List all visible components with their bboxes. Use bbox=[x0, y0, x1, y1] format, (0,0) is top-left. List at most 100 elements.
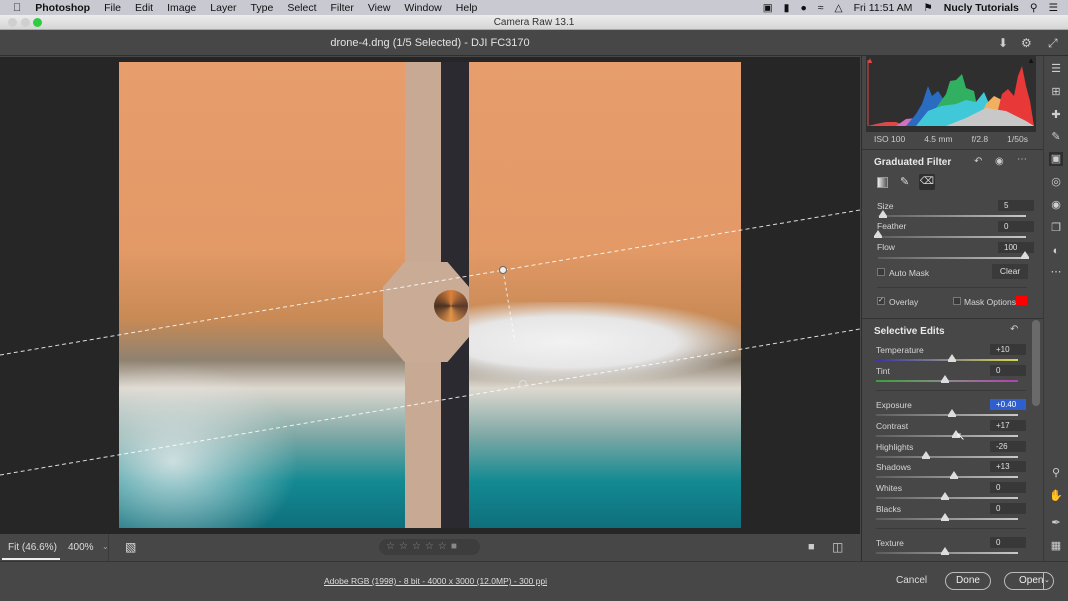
feather-slider-thumb[interactable] bbox=[874, 230, 882, 238]
eraser-icon[interactable]: ⌫ bbox=[919, 174, 935, 190]
slider-value-input[interactable]: 0 bbox=[990, 482, 1026, 493]
menu-layer[interactable]: Layer bbox=[210, 2, 236, 14]
overlay-checkbox[interactable]: ✓ bbox=[877, 297, 885, 305]
menu-select[interactable]: Select bbox=[287, 2, 316, 14]
menu-window[interactable]: Window bbox=[404, 2, 441, 14]
image-canvas[interactable] bbox=[0, 57, 860, 534]
menu-view[interactable]: View bbox=[368, 2, 391, 14]
before-after-icon[interactable]: ◫ bbox=[832, 540, 843, 554]
slider-track[interactable] bbox=[876, 476, 1018, 478]
mask-options-checkbox[interactable] bbox=[953, 297, 961, 305]
flow-slider-track[interactable] bbox=[878, 257, 1026, 259]
reset-selective-edits-icon[interactable]: ↶ bbox=[1010, 324, 1018, 335]
filter-start-line[interactable] bbox=[0, 209, 860, 356]
more-tools-icon[interactable]: ⋯ bbox=[1049, 265, 1063, 279]
done-button[interactable]: Done bbox=[945, 572, 991, 590]
creative-cloud-icon[interactable]: ● bbox=[800, 2, 806, 14]
filmstrip-toggle-icon[interactable]: ▧ bbox=[125, 540, 136, 554]
slider-thumb[interactable] bbox=[941, 492, 949, 500]
slider-value-input[interactable]: +0.40 bbox=[990, 399, 1026, 410]
edit-sliders-icon[interactable]: ☰ bbox=[1049, 62, 1063, 76]
slider-thumb[interactable] bbox=[948, 409, 956, 417]
save-image-icon[interactable]: ⬇ bbox=[998, 36, 1008, 50]
slider-value-input[interactable]: 0 bbox=[990, 537, 1026, 548]
battery-icon[interactable]: ▮ bbox=[784, 2, 790, 14]
eyedropper-icon[interactable]: ✒ bbox=[1049, 516, 1063, 530]
red-eye-icon[interactable]: ◉ bbox=[1049, 198, 1063, 212]
slider-track[interactable] bbox=[876, 359, 1018, 361]
brush-icon[interactable]: ✎ bbox=[900, 175, 909, 188]
flow-slider-thumb[interactable] bbox=[1021, 251, 1029, 259]
fit-zoom-button[interactable]: Fit (46.6%) bbox=[8, 542, 57, 553]
filter-pin[interactable] bbox=[499, 266, 507, 274]
slider-thumb[interactable] bbox=[941, 547, 949, 555]
feather-input[interactable]: 0 bbox=[998, 221, 1034, 232]
workflow-options-link[interactable]: Adobe RGB (1998) - 8 bit - 4000 x 3000 (… bbox=[324, 576, 547, 586]
zoom-level-button[interactable]: 400% bbox=[68, 542, 94, 553]
size-input[interactable]: 5 bbox=[998, 200, 1034, 211]
filter-center-line[interactable] bbox=[502, 269, 516, 343]
spotlight-icon[interactable]: ⚲ bbox=[1030, 2, 1038, 14]
star-icon[interactable]: ☆ bbox=[412, 541, 425, 552]
slider-track[interactable] bbox=[876, 456, 1018, 458]
hand-tool-icon[interactable]: ✋ bbox=[1049, 489, 1063, 503]
snapshots-icon[interactable]: ❐ bbox=[1049, 221, 1063, 235]
more-options-icon[interactable]: ⋯ bbox=[1017, 154, 1027, 165]
menu-filter[interactable]: Filter bbox=[331, 2, 354, 14]
notification-icon[interactable]: ☰ bbox=[1049, 2, 1058, 14]
trash-icon[interactable]: ■ bbox=[451, 541, 461, 552]
open-button[interactable]: Open ⌄ bbox=[1004, 572, 1054, 590]
slider-value-input[interactable]: 0 bbox=[990, 503, 1026, 514]
clock[interactable]: Fri 11:51 AM bbox=[854, 2, 913, 14]
adjustment-brush-icon[interactable]: ✎ bbox=[1049, 130, 1063, 144]
mask-color-swatch[interactable] bbox=[1016, 296, 1027, 305]
auto-mask-checkbox[interactable] bbox=[877, 268, 885, 276]
graduated-filter-overlay[interactable] bbox=[0, 57, 860, 534]
open-dropdown-icon[interactable]: ⌄ bbox=[1043, 573, 1053, 589]
slider-thumb[interactable] bbox=[950, 471, 958, 479]
size-slider-thumb[interactable] bbox=[879, 210, 887, 218]
clear-button[interactable]: Clear bbox=[992, 264, 1028, 279]
user-name[interactable]: Nucly Tutorials bbox=[944, 2, 1019, 14]
crop-icon[interactable]: ⊞ bbox=[1049, 85, 1063, 99]
cancel-button[interactable]: Cancel bbox=[896, 575, 927, 586]
feather-slider-track[interactable] bbox=[878, 236, 1026, 238]
airplay-icon[interactable]: △ bbox=[835, 2, 843, 14]
healing-icon[interactable]: ✚ bbox=[1049, 108, 1063, 122]
menu-type[interactable]: Type bbox=[251, 2, 274, 14]
rating-stars[interactable]: ☆☆☆☆☆■ bbox=[379, 539, 480, 555]
gear-icon[interactable]: ⚙ bbox=[1021, 36, 1032, 50]
slider-track[interactable] bbox=[876, 414, 1018, 416]
grid-overlay-icon[interactable]: ▦ bbox=[1049, 539, 1063, 553]
menu-image[interactable]: Image bbox=[167, 2, 196, 14]
slider-thumb[interactable] bbox=[941, 375, 949, 383]
radial-filter-icon[interactable]: ◎ bbox=[1049, 175, 1063, 189]
panel-scrollbar[interactable] bbox=[1032, 320, 1040, 406]
close-window-button[interactable] bbox=[8, 18, 17, 27]
slider-value-input[interactable]: +13 bbox=[990, 461, 1026, 472]
menu-edit[interactable]: Edit bbox=[135, 2, 153, 14]
minimize-window-button[interactable] bbox=[21, 18, 30, 27]
size-slider-track[interactable] bbox=[878, 215, 1026, 217]
star-icon[interactable]: ☆ bbox=[438, 541, 451, 552]
filter-end-line[interactable] bbox=[0, 328, 860, 476]
shadow-clipping-icon[interactable]: ▲ bbox=[866, 56, 874, 65]
zoom-tool-icon[interactable]: ⚲ bbox=[1049, 466, 1063, 480]
star-icon[interactable]: ☆ bbox=[386, 541, 399, 552]
slider-value-input[interactable]: 0 bbox=[990, 365, 1026, 376]
presets-icon[interactable]: ◐ bbox=[1049, 244, 1063, 258]
slider-thumb[interactable] bbox=[948, 354, 956, 362]
reset-icon[interactable]: ↶ bbox=[974, 156, 982, 167]
slider-value-input[interactable]: -26 bbox=[990, 441, 1026, 452]
zoom-window-button[interactable] bbox=[33, 18, 42, 27]
menu-help[interactable]: Help bbox=[456, 2, 478, 14]
new-gradient-icon[interactable] bbox=[877, 177, 888, 188]
wifi-icon[interactable]: ≈ bbox=[818, 2, 824, 14]
menu-file[interactable]: File bbox=[104, 2, 121, 14]
star-icon[interactable]: ☆ bbox=[425, 541, 438, 552]
flag-icon[interactable]: ⚑ bbox=[923, 2, 932, 14]
preview-mode-icon[interactable]: ■ bbox=[808, 541, 815, 553]
slider-thumb[interactable] bbox=[941, 513, 949, 521]
slider-value-input[interactable]: +10 bbox=[990, 344, 1026, 355]
slider-value-input[interactable]: +17 bbox=[990, 420, 1026, 431]
